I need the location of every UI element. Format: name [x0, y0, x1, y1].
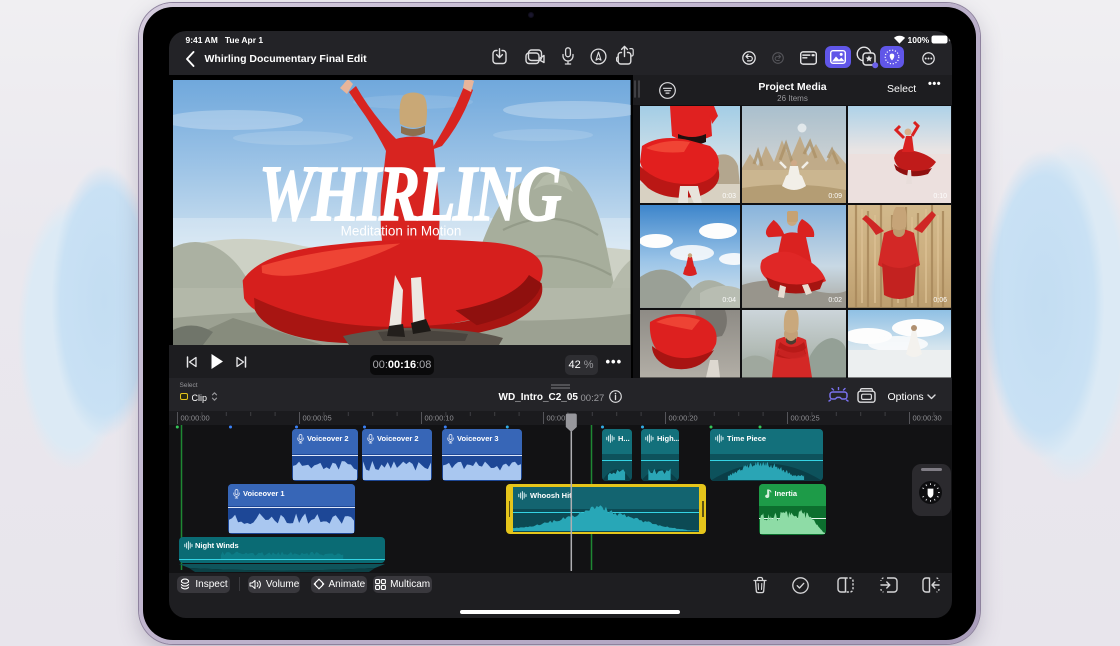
svg-text:00:00:00: 00:00:00: [180, 414, 209, 423]
svg-text:00:00:20: 00:00:20: [668, 414, 697, 423]
svg-text:00:00:30: 00:00:30: [912, 414, 941, 423]
svg-text:00:00:10: 00:00:10: [424, 414, 453, 423]
svg-text:0:09: 0:09: [828, 193, 842, 200]
svg-text:00:00:05: 00:00:05: [302, 414, 331, 423]
svg-text:00:00:25: 00:00:25: [790, 414, 819, 423]
svg-text:0:10: 0:10: [933, 193, 947, 200]
svg-text:Meditation in Motion: Meditation in Motion: [341, 223, 462, 238]
svg-text:0:02: 0:02: [828, 297, 842, 304]
svg-text:0:06: 0:06: [933, 297, 947, 304]
svg-text:0:03: 0:03: [722, 193, 736, 200]
svg-text:0:04: 0:04: [722, 297, 736, 304]
